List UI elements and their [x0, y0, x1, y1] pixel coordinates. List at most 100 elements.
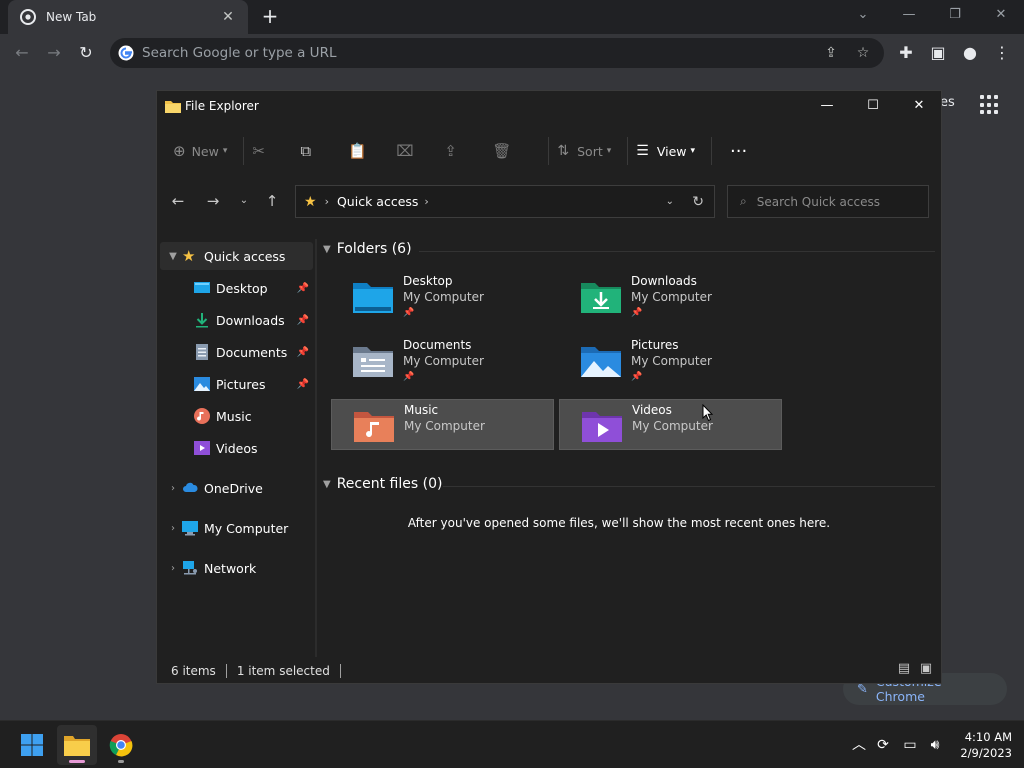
chrome-menu-icon[interactable]: ⋮ [990, 41, 1014, 65]
copy-icon[interactable]: ⧉ [300, 135, 340, 167]
folder-tile-downloads[interactable]: Downloads My Computer 📌 [559, 271, 782, 322]
explorer-close-button[interactable]: ✕ [896, 91, 942, 121]
start-button[interactable] [12, 725, 52, 765]
chrome-tab[interactable]: New Tab ✕ [8, 0, 248, 34]
paste-icon[interactable]: 📋 [348, 135, 388, 167]
nav-item-desktop[interactable]: Desktop 📌 [160, 274, 313, 302]
restore-button[interactable]: ❐ [932, 4, 978, 28]
taskbar-chrome[interactable] [101, 725, 141, 765]
share-icon[interactable]: ⇪ [444, 135, 484, 167]
downloads-icon [196, 313, 208, 328]
sort-button[interactable]: ⇅ Sort ▾ [557, 135, 611, 167]
share-icon[interactable]: ⇪ [820, 45, 842, 61]
tab-search-icon[interactable]: ⌄ [840, 4, 886, 28]
onedrive-cloud-icon [183, 482, 198, 492]
chevron-down-icon[interactable]: ▼ [164, 251, 182, 262]
folder-tile-documents[interactable]: Documents My Computer 📌 [331, 335, 554, 386]
recent-locations-icon[interactable]: ⌄ [231, 188, 257, 214]
up-icon[interactable]: ↑ [259, 188, 285, 214]
bookmark-star-icon[interactable]: ☆ [852, 45, 874, 61]
chrome-toolbar: ← → ↻ Search Google or type a URL ⇪ ☆ ✚ … [0, 34, 1024, 72]
breadcrumb-location[interactable]: Quick access [337, 194, 418, 209]
explorer-titlebar[interactable]: File Explorer — ☐ ✕ [157, 91, 941, 121]
chevron-right-icon[interactable]: › [164, 523, 182, 534]
sort-label: Sort [577, 143, 603, 159]
nav-item-documents[interactable]: Documents 📌 [160, 338, 313, 366]
folders-header-label: Folders (6) [336, 241, 412, 257]
address-bar[interactable]: ★ › Quick access › ⌄ ↻ [295, 185, 715, 218]
nav-item-videos[interactable]: Videos [160, 434, 313, 462]
breadcrumb-chevron-icon[interactable]: › [424, 195, 428, 208]
nav-item-music[interactable]: Music [160, 402, 313, 430]
forward-icon[interactable]: → [200, 188, 226, 214]
volume-icon[interactable]: 🔊︎ [926, 736, 944, 754]
chevron-right-icon[interactable]: › [164, 563, 182, 574]
tab-close-icon[interactable]: ✕ [220, 9, 236, 25]
pane-splitter[interactable] [315, 239, 317, 657]
view-button[interactable]: ☰ View ▾ [636, 135, 695, 167]
partially-hidden-link[interactable]: es [940, 95, 955, 110]
minimize-button[interactable]: — [886, 4, 932, 28]
folder-tile-videos[interactable]: Videos My Computer [559, 399, 782, 450]
search-input[interactable]: ⌕ Search Quick access [727, 185, 929, 218]
tile-location: My Computer [403, 290, 484, 304]
explorer-minimize-button[interactable]: — [804, 91, 850, 121]
close-button[interactable]: ✕ [978, 4, 1024, 28]
details-view-icon[interactable]: ▤ [895, 661, 913, 677]
videos-folder-icon [582, 412, 622, 442]
clock[interactable]: 4:10 AM 2/9/2023 [956, 729, 1012, 761]
nav-item-pictures[interactable]: Pictures 📌 [160, 370, 313, 398]
folders-section-header[interactable]: ▼ Folders (6) [323, 241, 412, 257]
file-explorer-icon [64, 736, 90, 756]
see-more-icon[interactable]: ··· [720, 135, 757, 167]
tile-location: My Computer [404, 419, 485, 433]
extensions-icon[interactable]: ✚ [894, 41, 918, 65]
taskbar-file-explorer[interactable] [57, 725, 97, 765]
reload-icon[interactable]: ↻ [74, 41, 98, 65]
pictures-folder-icon [581, 347, 621, 377]
tiles-view-icon[interactable]: ▣ [917, 661, 935, 677]
sync-icon[interactable]: ⟳ [874, 736, 892, 754]
pin-icon[interactable]: 📌 [297, 283, 309, 294]
side-panel-icon[interactable]: ▣ [926, 41, 950, 65]
nav-item-network[interactable]: › Network [160, 554, 313, 582]
google-apps-icon[interactable] [980, 95, 1000, 115]
explorer-maximize-button[interactable]: ☐ [850, 91, 896, 121]
show-hidden-icons-chevron-icon[interactable]: ︿ [850, 736, 868, 754]
delete-icon[interactable]: 🗑 [492, 135, 532, 167]
recent-header-label: Recent files (0) [336, 476, 443, 492]
network-status-icon[interactable]: ▭ [901, 736, 919, 754]
nav-item-downloads[interactable]: Downloads 📌 [160, 306, 313, 334]
cut-icon[interactable]: ✂ [252, 135, 292, 167]
folder-tile-pictures[interactable]: Pictures My Computer 📌 [559, 335, 782, 386]
chevron-down-icon: ▾ [690, 146, 696, 156]
folder-tile-desktop[interactable]: Desktop My Computer 📌 [331, 271, 554, 322]
nav-label: My Computer [204, 520, 289, 536]
nav-item-my-computer[interactable]: › My Computer [160, 514, 313, 542]
pin-icon[interactable]: 📌 [297, 379, 309, 390]
back-icon[interactable]: ← [165, 188, 191, 214]
omnibox[interactable]: Search Google or type a URL ⇪ ☆ [110, 38, 884, 68]
documents-folder-icon [353, 347, 393, 377]
refresh-icon[interactable]: ↻ [692, 194, 704, 210]
nav-label: Quick access [204, 248, 286, 264]
recent-empty-message: After you've opened some files, we'll sh… [407, 516, 831, 530]
nav-item-quick-access[interactable]: ▼ ★ Quick access [160, 242, 313, 270]
desktop-folder-icon [353, 283, 393, 313]
new-button[interactable]: ⊕ New ▾ [173, 135, 227, 167]
chevron-right-icon[interactable]: › [164, 483, 182, 494]
address-dropdown-icon[interactable]: ⌄ [666, 196, 674, 207]
nav-label: Downloads [216, 312, 285, 328]
back-icon[interactable]: ← [10, 41, 34, 65]
pin-icon[interactable]: 📌 [297, 315, 309, 326]
view-icon: ☰ [636, 143, 649, 159]
videos-icon [194, 441, 210, 455]
nav-item-onedrive[interactable]: › OneDrive [160, 474, 313, 502]
new-tab-button[interactable]: + [258, 5, 282, 29]
rename-icon[interactable]: ⌧ [396, 135, 436, 167]
forward-icon[interactable]: → [42, 41, 66, 65]
profile-icon[interactable]: ● [958, 41, 982, 65]
folder-tile-music[interactable]: Music My Computer [331, 399, 554, 450]
recent-section-header[interactable]: ▼ Recent files (0) [323, 476, 442, 492]
pin-icon[interactable]: 📌 [297, 347, 309, 358]
